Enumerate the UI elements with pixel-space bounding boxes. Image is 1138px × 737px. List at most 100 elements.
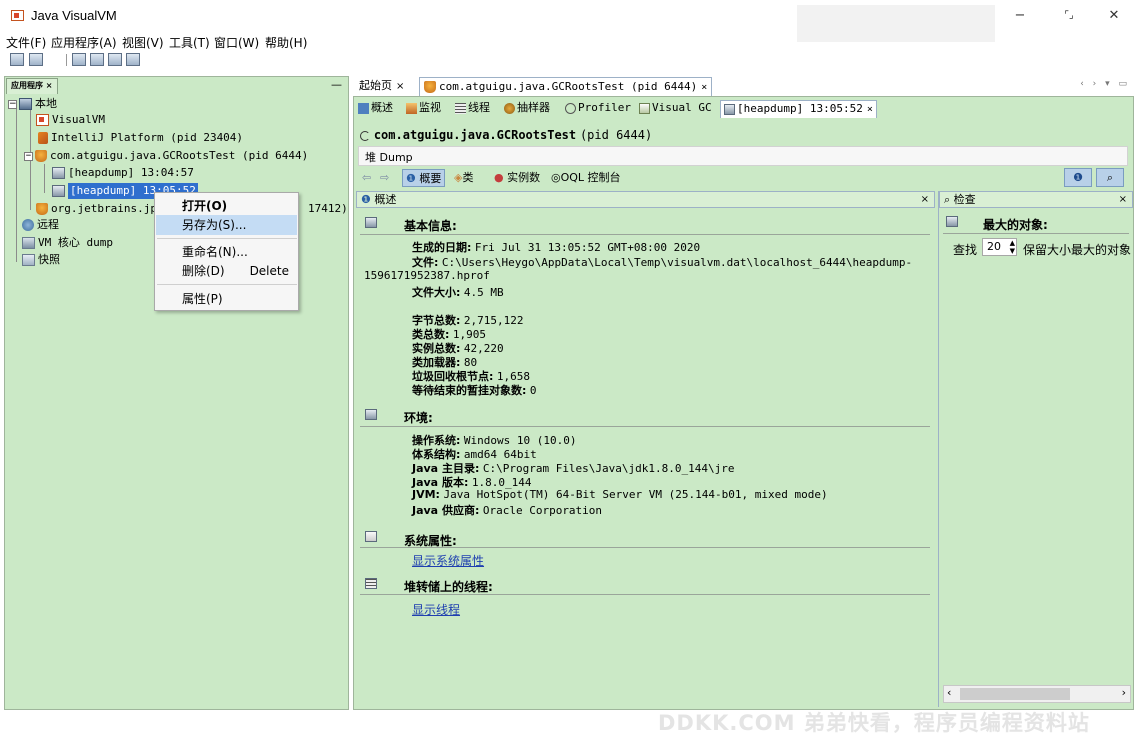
java-cup-icon (424, 81, 436, 93)
heap-dump-icon[interactable] (90, 53, 104, 66)
tab-start-page-label: 起始页 (359, 79, 392, 92)
section-divider (360, 547, 930, 548)
tab-applications[interactable]: 应用程序 × (6, 78, 58, 94)
heapdump-view: 概述 监视 线程 抽样器 Profiler Visual GC [heapdum… (353, 96, 1134, 710)
tree-node-remote[interactable]: 远程 (22, 217, 59, 233)
thread-dump-icon[interactable] (72, 53, 86, 66)
close-icon[interactable]: × (921, 192, 929, 207)
tree-node-snapshots[interactable]: 快照 (22, 252, 60, 268)
menu-item-open[interactable]: 打开(O) (156, 196, 297, 216)
tree-node-jetbrains[interactable]: org.jetbrains.jp (36, 201, 157, 217)
tab-start-page[interactable]: 起始页 × (359, 77, 404, 96)
tree-node-heapdump-1[interactable]: [heapdump] 13:04:57 (52, 165, 194, 181)
monitor-icon (406, 102, 417, 114)
back-icon[interactable]: ⇦ (362, 169, 371, 187)
heapdump-icon (52, 167, 65, 179)
tab-gcroots-app[interactable]: com.atguigu.java.GCRootsTest (pid 6444) × (419, 77, 713, 96)
search-toggle-button[interactable]: ⌕ (1096, 168, 1124, 187)
nav-summary[interactable]: ❶ 概要 (402, 169, 446, 187)
horizontal-scrollbar[interactable]: ‹ › (943, 685, 1131, 703)
subtab-monitor[interactable]: 监视 (406, 100, 441, 118)
section-divider (360, 594, 930, 595)
scroll-left-icon[interactable]: ‹ (947, 686, 951, 699)
minimize-button[interactable]: − (1005, 6, 1035, 26)
close-icon[interactable]: × (701, 82, 707, 93)
panel-minimize-button[interactable]: — (331, 78, 342, 91)
heapdump-icon (52, 185, 65, 197)
load-snapshot-icon[interactable] (10, 53, 24, 66)
subtab-threads[interactable]: 线程 (455, 100, 490, 118)
menu-applications[interactable]: 应用程序(A) (51, 34, 117, 51)
window-title: Java VisualVM (31, 8, 117, 23)
menu-window[interactable]: 窗口(W) (214, 34, 259, 51)
nav-classes[interactable]: ◈类 (454, 169, 473, 187)
tree-guide-line (44, 164, 45, 193)
computer-icon (19, 98, 32, 110)
close-icon[interactable]: × (867, 104, 873, 115)
title-bar-blank-area (797, 5, 995, 42)
nav-instances[interactable]: ● 实例数 (494, 169, 540, 187)
subtab-heapdump[interactable]: [heapdump] 13:05:52 × (720, 100, 877, 118)
menu-tools[interactable]: 工具(T) (169, 34, 210, 51)
find-label: 查找 (953, 243, 978, 257)
object-count-spinner[interactable]: 20 ▲ ▼ (982, 238, 1017, 256)
subtab-sampler[interactable]: 抽样器 (504, 100, 550, 118)
heapdump-navbar: ⇦ ⇨ ❶ 概要 ◈类 ● 实例数 ◎OQL 控制台 ❶ ⌕ (356, 168, 1132, 188)
inspect-pane: ⌕ 检查 × 最大的对象: 查找 20 ▲ ▼ 保留大小最大的对象 ‹ › (938, 191, 1133, 707)
spinner-arrows-icon[interactable]: ▲ ▼ (1010, 239, 1015, 255)
heap-dump-label: 堆 Dump (365, 151, 413, 164)
menu-separator (157, 238, 297, 239)
menu-item-rename[interactable]: 重命名(N)... (156, 242, 297, 262)
intellij-icon (38, 132, 48, 144)
collapse-icon[interactable]: − (24, 151, 33, 161)
applications-panel: 应用程序 × — − 本地 VisualVM IntelliJ Platform … (4, 76, 349, 710)
subtab-visual-gc[interactable]: Visual GC (639, 100, 712, 118)
menu-help[interactable]: 帮助(H) (265, 34, 307, 51)
show-system-properties-link[interactable]: 显示系统属性 (412, 552, 484, 569)
subtab-overview[interactable]: 概述 (358, 100, 393, 118)
file-line: 文件: C:\Users\Heygo\AppData\Local\Temp\vi… (412, 256, 913, 269)
visualvm-icon (36, 114, 49, 126)
instances-icon: ● (494, 171, 504, 184)
collapse-icon[interactable]: − (8, 99, 17, 109)
editor-tab-bar: 起始页 × com.atguigu.java.GCRootsTest (pid 6… (353, 76, 1138, 96)
menu-file[interactable]: 文件(F) (6, 34, 46, 51)
menu-item-properties[interactable]: 属性(P) (156, 289, 297, 309)
menu-item-delete[interactable]: 删除(D) Delete (156, 261, 297, 281)
show-threads-link[interactable]: 显示线程 (412, 601, 460, 618)
scroll-right-icon[interactable]: › (1122, 686, 1126, 699)
retained-size-label: 保留大小最大的对象 (1023, 243, 1132, 257)
forward-icon[interactable]: ⇨ (380, 169, 389, 187)
profiler-snapshot-icon[interactable] (108, 53, 122, 66)
tree-node-gcroots-test[interactable]: − com.atguigu.java.GCRootsTest (pid 6444) (24, 148, 308, 164)
tree-node-core-dump[interactable]: VM 核心 dump (22, 235, 113, 251)
environment-icon (365, 409, 377, 420)
section-divider (360, 234, 930, 235)
tree-node-local[interactable]: − 本地 (8, 96, 57, 112)
app-pid: (pid 6444) (579, 128, 653, 142)
close-icon[interactable]: × (396, 81, 404, 92)
scroll-thumb[interactable] (960, 688, 1070, 700)
close-button[interactable]: ✕ (1099, 6, 1129, 26)
visual-gc-icon (639, 102, 650, 114)
menu-view[interactable]: 视图(V) (122, 34, 164, 51)
application-snapshot-icon[interactable] (126, 53, 140, 66)
close-icon[interactable]: × (1119, 192, 1127, 207)
jvm-line: JVM: Java HotSpot(TM) 64-Bit Server VM (… (412, 488, 828, 501)
heapdump-icon (724, 103, 735, 115)
info-toggle-button[interactable]: ❶ (1064, 168, 1092, 187)
watermark: DDKK.COM 弟弟快看，程序员编程资料站 (658, 711, 1090, 735)
tree-node-visualvm[interactable]: VisualVM (36, 112, 105, 128)
tree-node-intellij[interactable]: IntelliJ Platform (pid 23404) (38, 130, 243, 146)
editor-nav-controls[interactable]: ‹ › ▾ ▭ (1080, 79, 1130, 89)
subtab-profiler[interactable]: Profiler (565, 100, 631, 118)
add-jmx-connection-icon[interactable] (29, 53, 43, 66)
java-vendor-line: Java 供应商: Oracle Corporation (412, 504, 603, 517)
heap-dump-label-bar: 堆 Dump (358, 146, 1128, 166)
java-cup-icon (36, 203, 48, 215)
info-icon: ❶ (361, 193, 371, 206)
menu-item-save-as[interactable]: 另存为(S)... (156, 215, 297, 235)
maximize-button[interactable]: ⌜⌟ (1054, 6, 1084, 26)
nav-oql-console[interactable]: ◎OQL 控制台 (551, 169, 621, 187)
snapshot-icon (22, 254, 35, 266)
